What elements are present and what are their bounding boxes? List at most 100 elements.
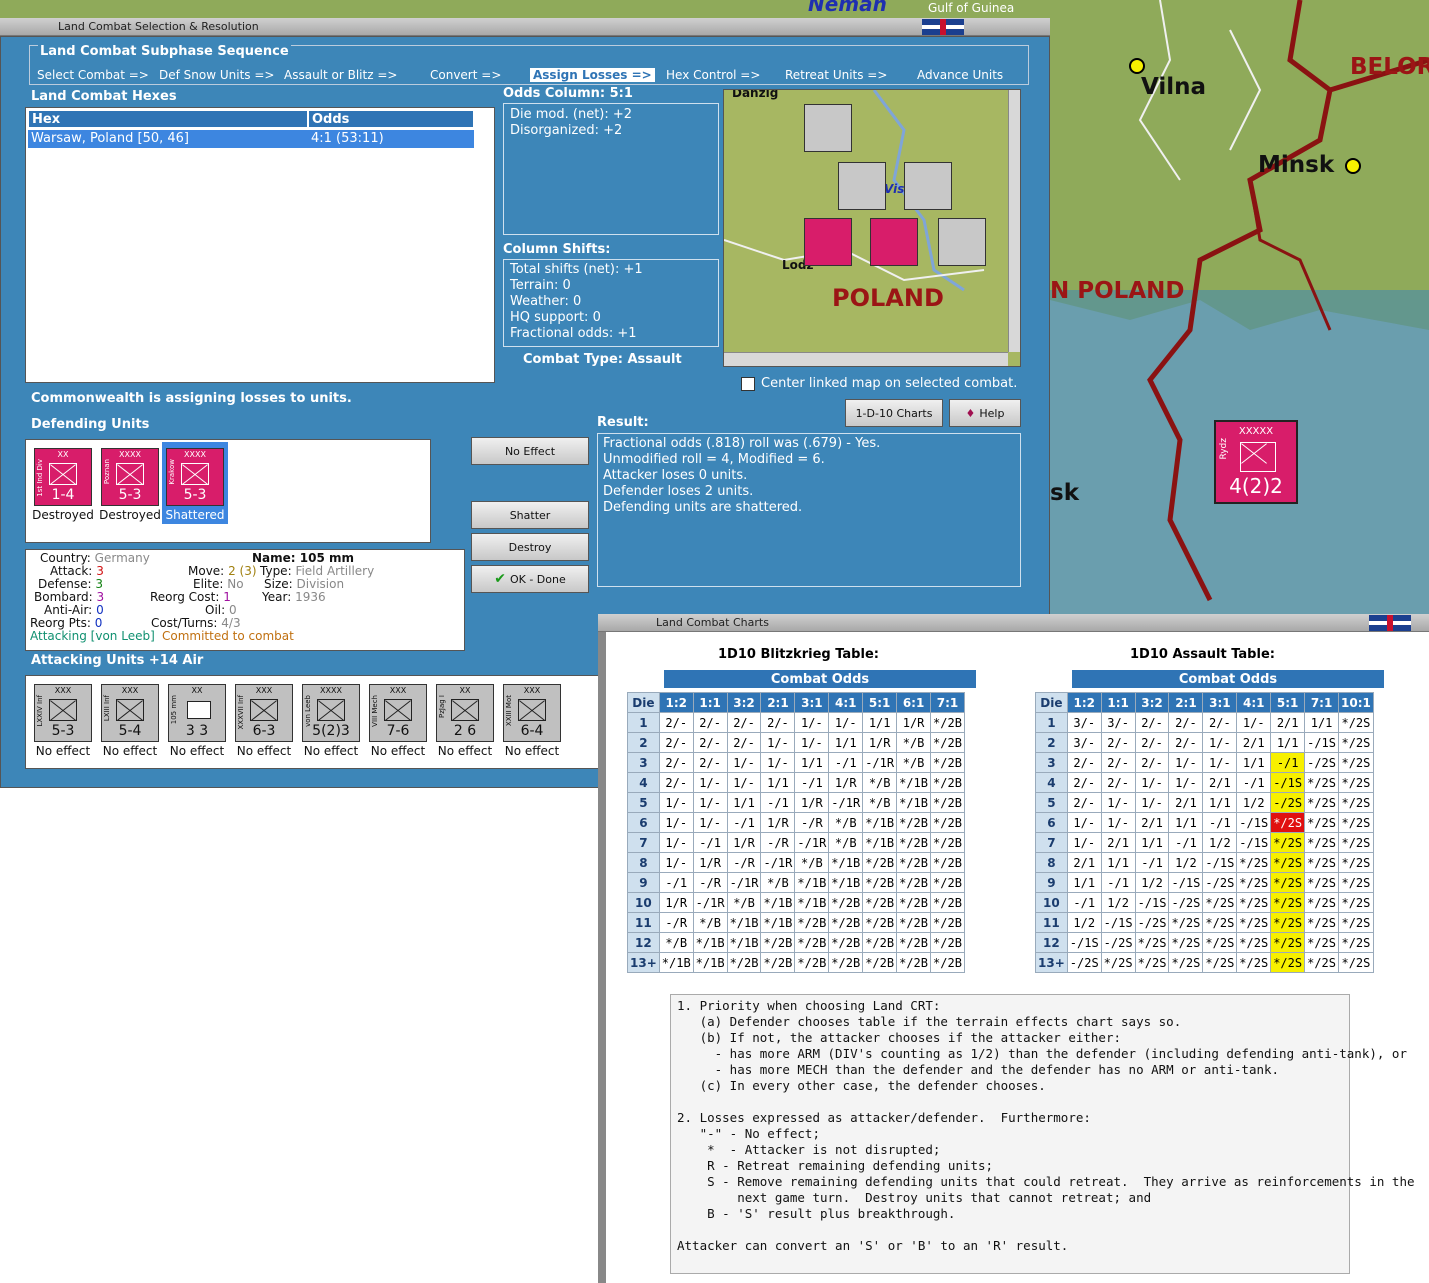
crt-cell: */B bbox=[658, 932, 694, 953]
odds-header: 1:1 bbox=[1100, 692, 1136, 713]
attacker-lxxiv[interactable]: XXX LXXIV Inf 5-3 bbox=[34, 684, 92, 742]
crt-cell: */1B bbox=[692, 952, 728, 973]
crt-cell: */2S bbox=[1168, 952, 1204, 973]
defender-krakow[interactable]: XXXX Krakow 5-3 bbox=[166, 448, 224, 506]
seq-assault-blitz[interactable]: Assault or Blitz => bbox=[284, 68, 397, 82]
help-icon: ♦ bbox=[965, 406, 976, 420]
crt-cell: -/1R bbox=[794, 832, 830, 853]
crt-cell: 1/- bbox=[760, 752, 796, 773]
help-button[interactable]: ♦ Help bbox=[949, 399, 1021, 427]
crt-cell: */1B bbox=[760, 912, 796, 933]
infantry-symbol-icon bbox=[116, 463, 144, 485]
window-title: Land Combat Selection & Resolution bbox=[58, 20, 259, 33]
crt-cell: */2S bbox=[1304, 852, 1340, 873]
attacker-viii-mech[interactable]: XXX VIII Mech 7-6 bbox=[369, 684, 427, 742]
map-unit-rydz[interactable]: XXXXX Rydz 4(2)2 bbox=[1214, 420, 1298, 504]
attacker-status: No effect bbox=[437, 744, 493, 758]
table-row[interactable]: Warsaw, Poland [50, 46] 4:1 (53:11) bbox=[28, 130, 474, 148]
crt-cell: -/2S bbox=[1270, 792, 1306, 813]
crt-cell: 1/R bbox=[658, 892, 694, 913]
detail-year: 1936 bbox=[295, 590, 326, 604]
hexes-header-odds[interactable]: Odds bbox=[308, 110, 474, 128]
defender-1st-ind[interactable]: XX 1st Ind Div 1-4 bbox=[34, 448, 92, 506]
hexes-header-hex[interactable]: Hex bbox=[28, 110, 308, 128]
crt-cell: */B bbox=[794, 852, 830, 873]
attacker-105mm[interactable]: XX 105 mm 3 3 bbox=[168, 684, 226, 742]
crt-cell: 2/- bbox=[692, 712, 728, 733]
mini-map[interactable]: Danzig Lodz Vistula POLAND bbox=[723, 89, 1021, 367]
no-effect-button[interactable]: No Effect bbox=[471, 437, 589, 465]
shift-fractional: Fractional odds: +1 bbox=[510, 326, 637, 341]
minimap-vscrollbar[interactable] bbox=[1008, 90, 1020, 352]
seq-advance[interactable]: Advance Units bbox=[917, 68, 1003, 82]
attacker-xxxvii[interactable]: XXX XXXVII Inf 6-3 bbox=[235, 684, 293, 742]
charts-window-titlebar[interactable]: Land Combat Charts bbox=[598, 614, 1429, 632]
checkmark-icon: ✔ bbox=[494, 571, 506, 587]
crt-cell: -/2S bbox=[1168, 892, 1204, 913]
attacker-lxiii[interactable]: XXX LXIII Inf 5-4 bbox=[101, 684, 159, 742]
seq-def-snow[interactable]: Def Snow Units => bbox=[159, 68, 274, 82]
crt-cell: */2S bbox=[1100, 952, 1136, 973]
crt-cell: */2B bbox=[760, 952, 796, 973]
blitz-table-title: 1D10 Blitzkrieg Table: bbox=[718, 647, 879, 662]
table-row: 13+ -/2S */2S */2S */2S */2S */2S */2S */2S */2S bbox=[1035, 952, 1374, 973]
crt-cell: */1B bbox=[726, 932, 762, 953]
crt-cell: 1/1 bbox=[1134, 832, 1170, 853]
note-line: - has more MECH than the defender and th… bbox=[677, 1062, 1280, 1077]
attacker-xxiii-mot[interactable]: XXX XXIII Mot 6-4 bbox=[503, 684, 561, 742]
crt-cell: */1B bbox=[862, 812, 898, 833]
crt-cell: */2S bbox=[1236, 912, 1272, 933]
table-row: 6 1/- 1/- 2/1 1/1 -/1 -/1S */2S */2S */2S bbox=[1035, 812, 1374, 833]
destroy-button[interactable]: Destroy bbox=[471, 533, 589, 561]
crt-cell: */2S bbox=[1202, 892, 1238, 913]
seq-convert[interactable]: Convert => bbox=[430, 68, 501, 82]
odds-header: 4:1 bbox=[828, 692, 864, 713]
attacker-von-leeb[interactable]: XXXX von Leeb 5(2)3 bbox=[302, 684, 360, 742]
crt-cell: 2/- bbox=[1168, 732, 1204, 753]
charts-button[interactable]: 1-D-10 Charts bbox=[845, 399, 943, 427]
attacker-pzjag[interactable]: XX PzJag I2 6 bbox=[436, 684, 494, 742]
crt-cell: */2S bbox=[1270, 932, 1306, 953]
crt-cell: 1/- bbox=[692, 812, 728, 833]
attacker-status: No effect bbox=[370, 744, 426, 758]
defending-list: XX 1st Ind Div 1-4 Destroyed XXXX Poznan… bbox=[25, 439, 431, 543]
die-cell: 4 bbox=[627, 772, 660, 793]
shatter-button[interactable]: Shatter bbox=[471, 501, 589, 529]
ok-done-button[interactable]: ✔ OK - Done bbox=[471, 565, 589, 593]
crt-cell: */2S bbox=[1202, 912, 1238, 933]
die-cell: 3 bbox=[627, 752, 660, 773]
combat-window-titlebar[interactable]: Land Combat Selection & Resolution bbox=[0, 18, 1050, 36]
die-cell: 1 bbox=[627, 712, 660, 733]
crt-cell: 1/- bbox=[1202, 752, 1238, 773]
note-line: S - Remove remaining defending units tha… bbox=[677, 1174, 1415, 1189]
crt-cell: 1/R bbox=[692, 852, 728, 873]
charts-window: 1D10 Blitzkrieg Table: 1D10 Assault Tabl… bbox=[598, 632, 1429, 1283]
defender-poznan[interactable]: XXXX Poznan 5-3 bbox=[101, 448, 159, 506]
die-header: Die bbox=[1035, 692, 1068, 713]
crt-cell: */2B bbox=[862, 872, 898, 893]
detail-defense: 3 bbox=[95, 577, 103, 591]
crt-cell: */1B bbox=[828, 852, 864, 873]
detail-cost: 4/3 bbox=[221, 616, 241, 630]
crt-cell: 3/- bbox=[1066, 732, 1102, 753]
crt-cell: */2S bbox=[1168, 912, 1204, 933]
attacker-status: No effect bbox=[35, 744, 91, 758]
seq-assign-losses[interactable]: Assign Losses => bbox=[530, 68, 655, 82]
detail-antiair: 0 bbox=[96, 603, 104, 617]
seq-hex-control[interactable]: Hex Control => bbox=[666, 68, 760, 82]
center-linked-checkbox[interactable] bbox=[741, 377, 755, 391]
seq-retreat[interactable]: Retreat Units => bbox=[785, 68, 887, 82]
crt-cell: */2B bbox=[896, 832, 932, 853]
crt-cell: 2/1 bbox=[1134, 812, 1170, 833]
crt-cell: 2/- bbox=[726, 712, 762, 733]
note-line: "-" - No effect; bbox=[677, 1126, 820, 1141]
crt-cell: -/1 bbox=[1270, 752, 1306, 773]
crt-cell: 1/2 bbox=[1236, 792, 1272, 813]
shift-total: Total shifts (net): +1 bbox=[510, 262, 643, 277]
crt-cell: */B bbox=[726, 892, 762, 913]
hexes-list[interactable]: Hex Odds Warsaw, Poland [50, 46] 4:1 (53… bbox=[25, 107, 495, 383]
minimap-hscrollbar[interactable] bbox=[724, 352, 1008, 366]
die-cell: 12 bbox=[627, 932, 660, 953]
note-line: next game turn. Destroy units that canno… bbox=[677, 1190, 1152, 1205]
seq-select-combat[interactable]: Select Combat => bbox=[37, 68, 149, 82]
